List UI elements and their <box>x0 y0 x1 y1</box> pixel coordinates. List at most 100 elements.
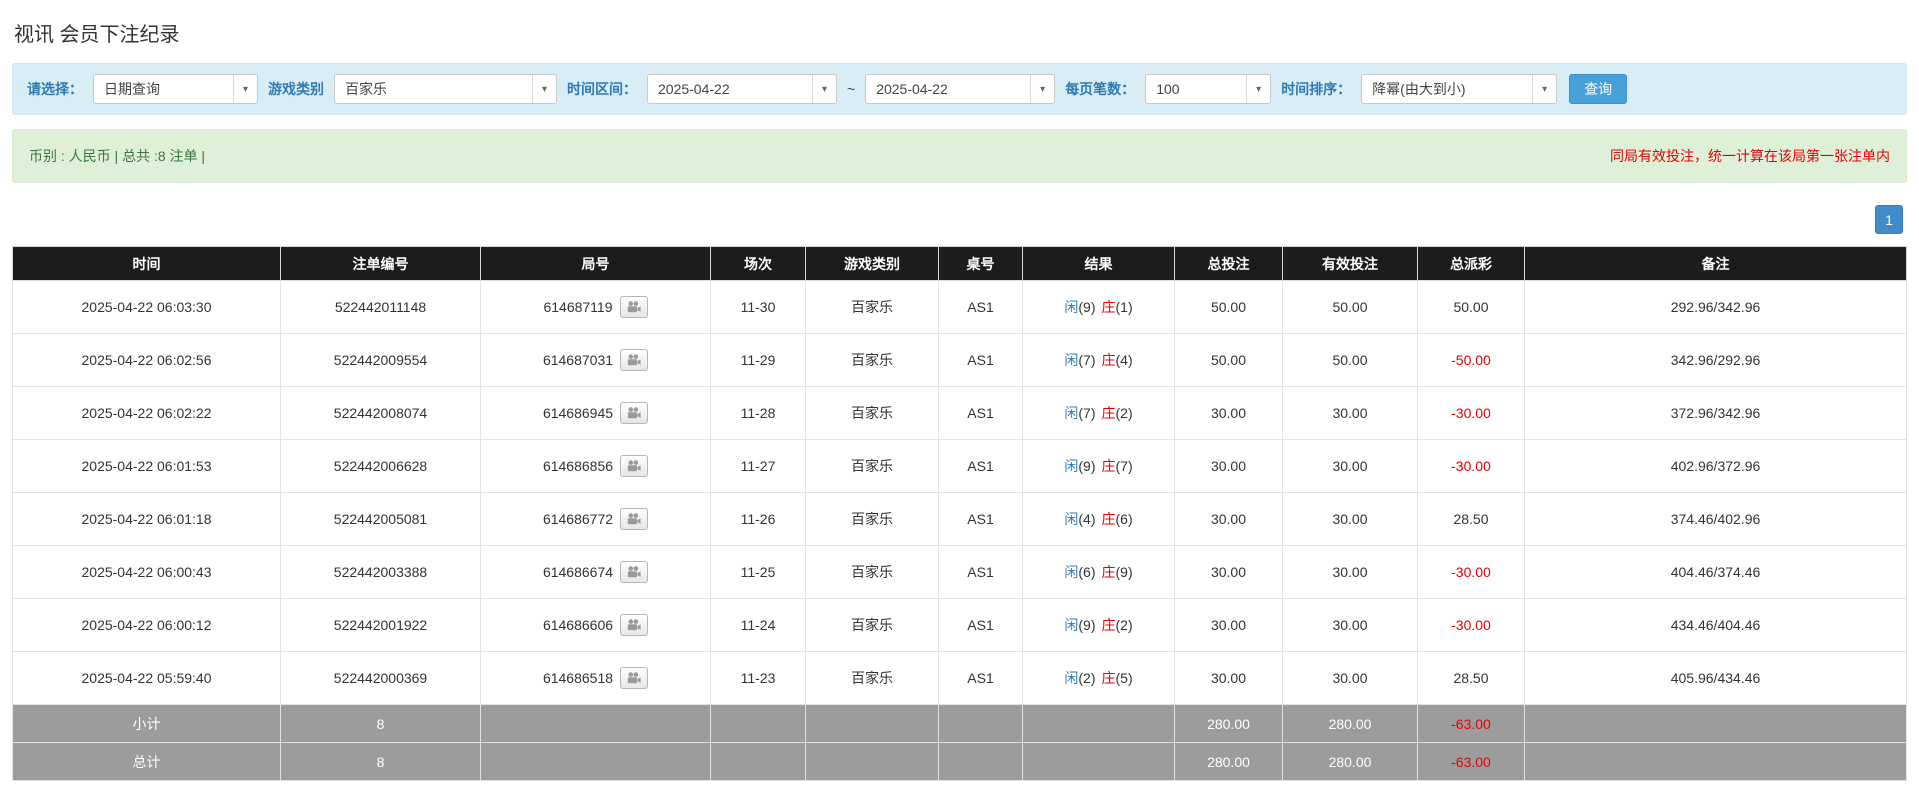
result-player-score: (9) <box>1078 617 1095 633</box>
video-camera-icon <box>627 566 641 578</box>
video-replay-button[interactable] <box>620 296 648 318</box>
round-id-text: 614687031 <box>543 352 613 368</box>
cell-table-no: AS1 <box>939 387 1023 440</box>
cell-time: 2025-04-22 06:01:53 <box>13 440 281 493</box>
select-type-dropdown[interactable]: 日期查询 ▾ <box>93 74 258 104</box>
round-id-text: 614686772 <box>543 511 613 527</box>
cell-payout: -30.00 <box>1418 440 1525 493</box>
cell-table-no: AS1 <box>939 493 1023 546</box>
header-round-id: 局号 <box>481 247 711 281</box>
cell-time: 2025-04-22 06:03:30 <box>13 281 281 334</box>
cell-total-bet[interactable]: 30.00 <box>1175 546 1283 599</box>
table-row: 2025-04-22 05:59:40 522442000369 6146865… <box>13 652 1907 705</box>
video-replay-button[interactable] <box>620 455 648 477</box>
cell-table-no: AS1 <box>939 599 1023 652</box>
result-banker-score: (9) <box>1116 564 1133 580</box>
cell-session: 11-23 <box>711 652 806 705</box>
subtotal-row: 小计 8 280.00 280.00 -63.00 <box>13 705 1907 743</box>
cell-table-no: AS1 <box>939 440 1023 493</box>
total-label: 总计 <box>13 743 281 781</box>
cell-time: 2025-04-22 06:02:56 <box>13 334 281 387</box>
cell-bet-id: 522442005081 <box>281 493 481 546</box>
table-header: 时间 注单编号 局号 场次 游戏类别 桌号 结果 总投注 有效投注 总派彩 备注 <box>13 247 1907 281</box>
video-replay-button[interactable] <box>620 614 648 636</box>
cell-total-bet[interactable]: 30.00 <box>1175 387 1283 440</box>
round-id-text: 614687119 <box>543 299 612 315</box>
video-camera-icon <box>627 513 641 525</box>
video-camera-icon <box>627 672 641 684</box>
info-bar: 币别 : 人民币 | 总共 :8 注单 | 同局有效投注，统一计算在该局第一张注… <box>12 129 1907 183</box>
result-player-score: (9) <box>1078 299 1095 315</box>
cell-game-type: 百家乐 <box>806 440 939 493</box>
cell-result: 闲(9)庄(1) <box>1023 281 1175 334</box>
cell-valid-bet: 30.00 <box>1283 546 1418 599</box>
total-valid-bet: 280.00 <box>1283 743 1418 781</box>
result-banker: 庄 <box>1102 564 1116 580</box>
chevron-down-icon: ▾ <box>532 75 556 103</box>
cell-valid-bet: 50.00 <box>1283 334 1418 387</box>
cell-round-id: 614686945 <box>481 387 711 440</box>
cell-remark: 405.96/434.46 <box>1525 652 1907 705</box>
pagination: 1 <box>16 205 1903 234</box>
game-type-label: 游戏类别 <box>268 79 324 99</box>
cell-bet-id: 522442001922 <box>281 599 481 652</box>
cell-payout: 28.50 <box>1418 493 1525 546</box>
subtotal-count: 8 <box>281 705 481 743</box>
video-replay-button[interactable] <box>620 349 648 371</box>
cell-total-bet[interactable]: 50.00 <box>1175 334 1283 387</box>
table-row: 2025-04-22 06:00:43 522442003388 6146866… <box>13 546 1907 599</box>
cell-time: 2025-04-22 06:00:12 <box>13 599 281 652</box>
video-replay-button[interactable] <box>620 508 648 530</box>
page-size-dropdown[interactable]: 100 ▾ <box>1145 74 1271 104</box>
video-camera-icon <box>627 407 641 419</box>
video-replay-button[interactable] <box>620 667 648 689</box>
total-total-bet: 280.00 <box>1175 743 1283 781</box>
cell-round-id: 614686606 <box>481 599 711 652</box>
cell-time: 2025-04-22 06:00:43 <box>13 546 281 599</box>
result-banker-score: (2) <box>1116 617 1133 633</box>
header-result: 结果 <box>1023 247 1175 281</box>
video-camera-icon <box>627 301 641 313</box>
cell-total-bet[interactable]: 30.00 <box>1175 652 1283 705</box>
round-id-text: 614686518 <box>543 670 613 686</box>
cell-session: 11-30 <box>711 281 806 334</box>
cell-round-id: 614686772 <box>481 493 711 546</box>
video-replay-button[interactable] <box>620 402 648 424</box>
cell-round-id: 614686856 <box>481 440 711 493</box>
cell-game-type: 百家乐 <box>806 281 939 334</box>
currency-summary: 币别 : 人民币 | 总共 :8 注单 | <box>29 146 205 166</box>
result-player: 闲 <box>1064 617 1078 633</box>
cell-remark: 404.46/374.46 <box>1525 546 1907 599</box>
search-button[interactable]: 查询 <box>1569 74 1627 104</box>
bet-records-table: 时间 注单编号 局号 场次 游戏类别 桌号 结果 总投注 有效投注 总派彩 备注… <box>12 246 1907 781</box>
cell-total-bet[interactable]: 30.00 <box>1175 440 1283 493</box>
table-row: 2025-04-22 06:03:30 522442011148 6146871… <box>13 281 1907 334</box>
subtotal-valid-bet: 280.00 <box>1283 705 1418 743</box>
result-banker-score: (6) <box>1116 511 1133 527</box>
cell-total-bet[interactable]: 50.00 <box>1175 281 1283 334</box>
time-range-label: 时间区间： <box>567 79 637 99</box>
cell-total-bet[interactable]: 30.00 <box>1175 493 1283 546</box>
video-replay-button[interactable] <box>620 561 648 583</box>
page-button-1[interactable]: 1 <box>1875 205 1903 234</box>
select-type-value: 日期查询 <box>94 75 233 103</box>
result-banker: 庄 <box>1102 617 1116 633</box>
cell-total-bet[interactable]: 30.00 <box>1175 599 1283 652</box>
cell-remark: 402.96/372.96 <box>1525 440 1907 493</box>
sort-order-dropdown[interactable]: 降幂(由大到小) ▾ <box>1361 74 1557 104</box>
cell-bet-id: 522442009554 <box>281 334 481 387</box>
game-type-dropdown[interactable]: 百家乐 ▾ <box>334 74 557 104</box>
subtotal-total-bet: 280.00 <box>1175 705 1283 743</box>
cell-payout: 28.50 <box>1418 652 1525 705</box>
result-banker: 庄 <box>1102 299 1116 315</box>
cell-valid-bet: 30.00 <box>1283 440 1418 493</box>
game-type-value: 百家乐 <box>335 75 532 103</box>
cell-payout: -30.00 <box>1418 599 1525 652</box>
round-id-text: 614686674 <box>543 564 613 580</box>
date-from-dropdown[interactable]: 2025-04-22 ▾ <box>647 74 837 104</box>
date-to-dropdown[interactable]: 2025-04-22 ▾ <box>865 74 1055 104</box>
date-from-value: 2025-04-22 <box>648 75 812 103</box>
cell-remark: 292.96/342.96 <box>1525 281 1907 334</box>
result-banker: 庄 <box>1102 511 1116 527</box>
header-total-bet: 总投注 <box>1175 247 1283 281</box>
